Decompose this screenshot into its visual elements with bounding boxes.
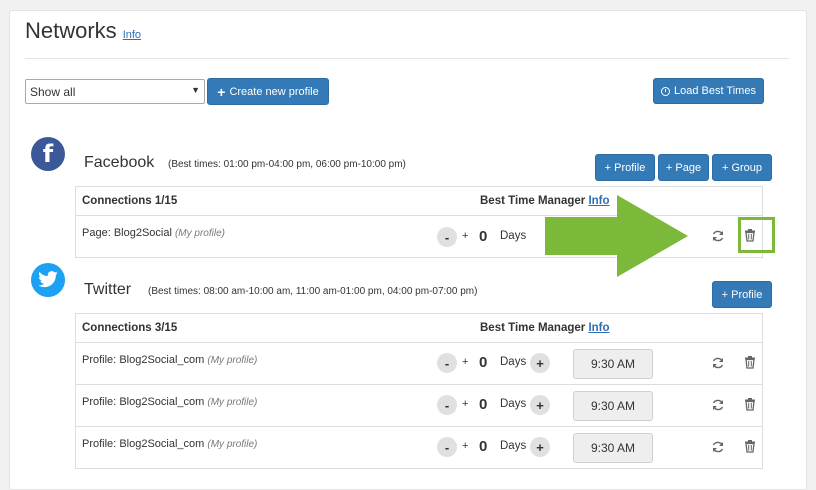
days-value: 0 xyxy=(479,228,488,245)
plus-icon: + xyxy=(217,83,226,100)
best-time-manager-label: Best Time Manager xyxy=(480,322,586,334)
chevron-down-icon: ▼ xyxy=(191,85,200,95)
twitter-connections-count: Connections 3/15 xyxy=(82,322,178,334)
trash-icon[interactable] xyxy=(743,355,757,369)
refresh-icon[interactable] xyxy=(711,440,725,454)
days-label: Days xyxy=(500,440,527,452)
trash-icon[interactable] xyxy=(743,397,757,411)
twitter-connections-box: Connections 3/15 Best Time Manager Info … xyxy=(75,313,763,469)
refresh-icon[interactable] xyxy=(711,398,725,412)
increase-days-button[interactable]: + xyxy=(530,437,550,457)
connection-name: Blog2Social_com xyxy=(119,438,205,450)
connection-name: Blog2Social xyxy=(113,227,172,239)
twitter-connections-header: Connections 3/15 Best Time Manager Info xyxy=(76,314,762,343)
increase-days-button[interactable]: + xyxy=(530,353,550,373)
page-title: Networks xyxy=(25,18,117,43)
time-input[interactable]: 9:30 AM xyxy=(573,391,653,421)
create-profile-label: Create new profile xyxy=(229,85,319,98)
refresh-icon[interactable] xyxy=(711,356,725,370)
connection-note: (My profile) xyxy=(207,439,258,450)
title-info-link[interactable]: Info xyxy=(123,29,141,41)
days-label: Days xyxy=(500,356,527,368)
create-profile-button[interactable]: + Create new profile xyxy=(207,78,329,105)
trash-icon[interactable] xyxy=(743,439,757,453)
connection-note: (My profile) xyxy=(174,228,225,239)
filter-select[interactable]: Show all ▼ xyxy=(25,79,205,104)
connection-type: Page: xyxy=(82,227,111,239)
green-arrow-icon xyxy=(545,195,688,277)
connection-label: Profile: Blog2Social_com (My profile) xyxy=(82,438,257,450)
days-label: Days xyxy=(500,230,527,242)
days-label: Days xyxy=(500,398,527,410)
facebook-name: Facebook xyxy=(84,154,155,171)
twitter-name: Twitter xyxy=(84,281,132,298)
increase-days-button[interactable]: + xyxy=(530,395,550,415)
refresh-icon[interactable] xyxy=(711,229,725,243)
table-row: Profile: Blog2Social_com (My profile) - … xyxy=(76,343,762,385)
load-best-times-button[interactable]: Load Best Times xyxy=(653,78,764,104)
time-input[interactable]: 9:30 AM xyxy=(573,433,653,463)
connection-label: Page: Blog2Social (My profile) xyxy=(82,227,225,239)
facebook-add-page-button[interactable]: + Page xyxy=(658,154,709,181)
days-value: 0 xyxy=(479,438,488,455)
plus-sign: + xyxy=(462,440,469,452)
facebook-best-times: (Best times: 01:00 pm-04:00 pm, 06:00 pm… xyxy=(168,159,406,170)
table-row: Profile: Blog2Social_com (My profile) - … xyxy=(76,385,762,427)
filter-select-value: Show all xyxy=(30,85,76,99)
connection-name: Blog2Social_com xyxy=(119,354,205,366)
plus-sign: + xyxy=(462,356,469,368)
decrease-days-button[interactable]: - xyxy=(437,395,457,415)
load-best-times-label: Load Best Times xyxy=(674,85,756,97)
time-input[interactable]: 9:30 AM xyxy=(573,349,653,379)
facebook-add-profile-button[interactable]: + Profile xyxy=(595,154,655,181)
connection-type: Profile: xyxy=(82,396,117,408)
plus-sign: + xyxy=(462,230,469,242)
title-row: Networks Info xyxy=(25,18,141,44)
decrease-days-button[interactable]: - xyxy=(437,353,457,373)
table-row: Profile: Blog2Social_com (My profile) - … xyxy=(76,427,762,469)
title-divider xyxy=(25,58,789,59)
connection-type: Profile: xyxy=(82,438,117,450)
connection-note: (My profile) xyxy=(207,355,258,366)
connection-type: Profile: xyxy=(82,354,117,366)
best-time-manager-info-link[interactable]: Info xyxy=(588,322,609,334)
decrease-days-button[interactable]: - xyxy=(437,437,457,457)
delete-highlight-box xyxy=(738,217,775,253)
connection-label: Profile: Blog2Social_com (My profile) xyxy=(82,396,257,408)
plus-sign: + xyxy=(462,398,469,410)
facebook-connections-count: Connections 1/15 xyxy=(82,195,178,207)
connection-note: (My profile) xyxy=(207,397,258,408)
connection-name: Blog2Social_com xyxy=(119,396,205,408)
days-value: 0 xyxy=(479,396,488,413)
twitter-bird-icon xyxy=(38,271,58,288)
facebook-logo-icon: f xyxy=(31,137,65,171)
connection-label: Profile: Blog2Social_com (My profile) xyxy=(82,354,257,366)
facebook-add-group-button[interactable]: + Group xyxy=(712,154,772,181)
twitter-logo-icon xyxy=(31,263,65,297)
twitter-best-time-manager: Best Time Manager Info xyxy=(480,322,610,334)
clock-icon xyxy=(661,86,671,96)
decrease-days-button[interactable]: - xyxy=(437,227,457,247)
days-value: 0 xyxy=(479,354,488,371)
twitter-add-profile-button[interactable]: + Profile xyxy=(712,281,772,308)
twitter-best-times: (Best times: 08:00 am-10:00 am, 11:00 am… xyxy=(148,286,478,297)
